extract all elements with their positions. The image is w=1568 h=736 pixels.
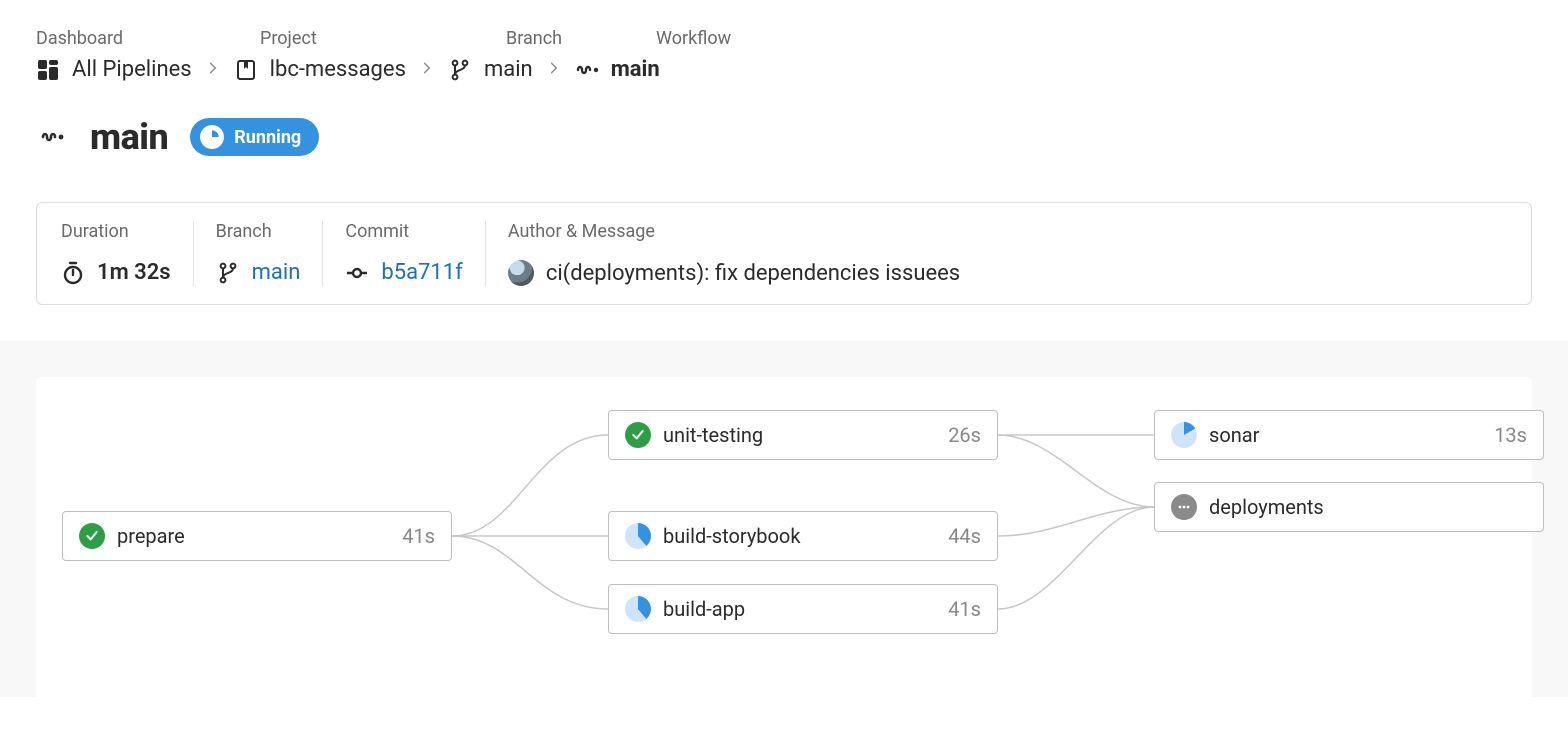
status-running-icon xyxy=(625,596,651,622)
crumb-project-label: lbc-messages xyxy=(270,57,406,82)
crumb-project[interactable]: lbc-messages xyxy=(234,57,406,82)
crumb-dashboard[interactable]: All Pipelines xyxy=(36,57,192,82)
status-queued-icon xyxy=(1171,494,1197,520)
stopwatch-icon xyxy=(61,261,85,285)
job-build-app[interactable]: build-app 41s xyxy=(608,584,998,634)
job-prepare[interactable]: prepare 41s xyxy=(62,511,452,561)
chevron-right-icon xyxy=(206,60,220,79)
job-name: sonar xyxy=(1209,423,1482,447)
info-duration: Duration 1m 32s xyxy=(61,221,193,286)
crumb-label-branch: Branch xyxy=(506,28,656,49)
page-title: main xyxy=(90,116,168,158)
info-branch: Branch main xyxy=(193,221,323,286)
avatar xyxy=(508,260,534,286)
status-running-icon xyxy=(1171,422,1197,448)
workflow-icon xyxy=(36,121,68,153)
job-name: prepare xyxy=(117,524,390,548)
crumb-label-dashboard: Dashboard xyxy=(36,28,260,49)
chevron-right-icon xyxy=(420,60,434,79)
status-label: Running xyxy=(234,127,301,148)
branch-icon xyxy=(216,261,240,285)
title-row: main Running xyxy=(36,116,1532,158)
workflow-canvas[interactable]: prepare 41s unit-testing 26s build-story… xyxy=(36,377,1532,697)
breadcrumb: All Pipelines lbc-messages main xyxy=(36,57,1532,82)
crumb-branch[interactable]: main xyxy=(448,57,533,82)
info-author: Author & Message ci(deployments): fix de… xyxy=(485,221,982,286)
running-icon xyxy=(200,125,224,149)
crumb-label-workflow: Workflow xyxy=(656,28,731,49)
job-duration: 44s xyxy=(948,524,981,548)
breadcrumb-labels: Dashboard Project Branch Workflow xyxy=(36,28,1532,49)
job-name: deployments xyxy=(1209,495,1515,519)
job-name: build-app xyxy=(663,597,936,621)
info-commit-value[interactable]: b5a711f xyxy=(381,260,462,285)
info-author-label: Author & Message xyxy=(508,221,960,242)
job-duration: 41s xyxy=(402,524,435,548)
job-duration: 41s xyxy=(948,597,981,621)
status-success-icon xyxy=(79,523,105,549)
job-duration: 13s xyxy=(1494,423,1527,447)
crumb-workflow[interactable]: main xyxy=(575,57,660,82)
job-duration: 26s xyxy=(948,423,981,447)
status-success-icon xyxy=(625,422,651,448)
status-badge: Running xyxy=(190,118,319,156)
info-commit: Commit b5a711f xyxy=(322,221,484,286)
chevron-right-icon xyxy=(547,60,561,79)
crumb-dashboard-label: All Pipelines xyxy=(72,57,192,82)
job-name: unit-testing xyxy=(663,423,936,447)
job-unit-testing[interactable]: unit-testing 26s xyxy=(608,410,998,460)
info-branch-value[interactable]: main xyxy=(252,260,301,285)
info-duration-value: 1m 32s xyxy=(97,260,171,285)
info-branch-label: Branch xyxy=(216,221,301,242)
info-duration-label: Duration xyxy=(61,221,171,242)
info-commit-message: ci(deployments): fix dependencies issuee… xyxy=(546,261,960,286)
dashboard-icon xyxy=(36,58,60,82)
status-running-icon xyxy=(625,523,651,549)
job-sonar[interactable]: sonar 13s xyxy=(1154,410,1544,460)
job-name: build-storybook xyxy=(663,524,936,548)
commit-icon xyxy=(345,261,369,285)
info-commit-label: Commit xyxy=(345,221,462,242)
branch-icon xyxy=(448,58,472,82)
crumb-workflow-label: main xyxy=(611,57,660,82)
workflow-icon xyxy=(575,58,599,82)
job-build-storybook[interactable]: build-storybook 44s xyxy=(608,511,998,561)
crumb-branch-label: main xyxy=(484,57,533,82)
crumb-label-project: Project xyxy=(260,28,506,49)
bookmark-icon xyxy=(234,58,258,82)
info-panel: Duration 1m 32s Branch main Commit xyxy=(36,202,1532,305)
job-deployments[interactable]: deployments xyxy=(1154,482,1544,532)
